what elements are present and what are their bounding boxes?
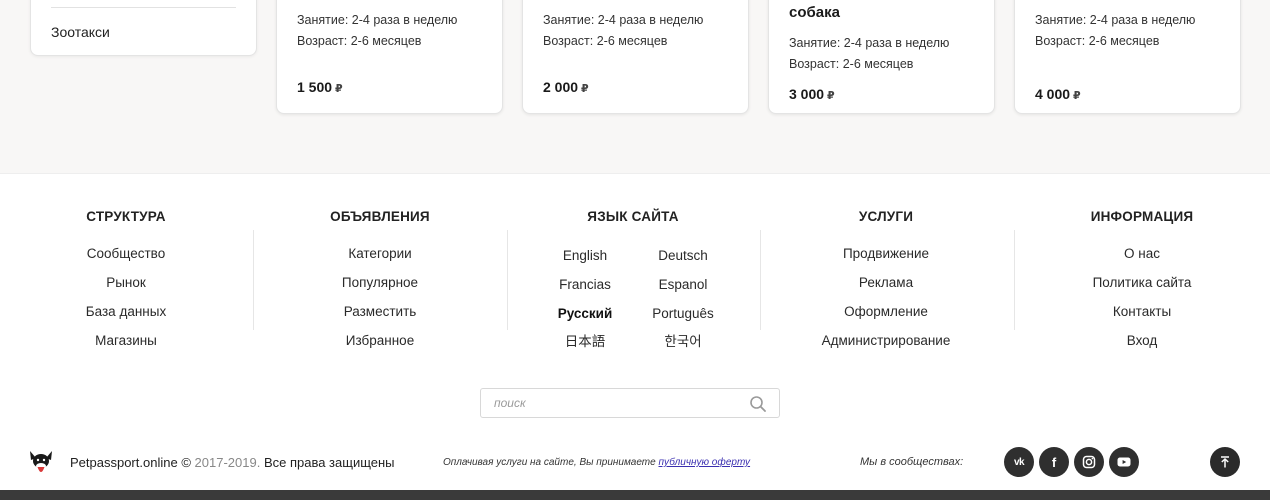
- copyright: Petpassport.online © 2017-2019. Все прав…: [70, 455, 395, 470]
- card-price: 2 000 ₽: [543, 79, 589, 95]
- service-card[interactable]: Занятие: 2-4 раза в неделю Возраст: 2-6 …: [1014, 0, 1241, 114]
- footer-columns: СТРУКТУРА Сообщество Рынок База данных М…: [0, 208, 1270, 358]
- footer-link-promotion[interactable]: Продвижение: [786, 244, 986, 273]
- footer-column-language: ЯЗЫК САЙТА English Deutsch Francias Espa…: [533, 208, 733, 358]
- language-deutsch[interactable]: Deutsch: [633, 246, 733, 266]
- footer-column-ads: ОБЪЯВЛЕНИЯ Категории Популярное Размести…: [280, 208, 480, 358]
- card-age: Возраст: 2-6 месяцев: [543, 34, 668, 48]
- facebook-icon[interactable]: f: [1039, 447, 1069, 477]
- footer-link-design[interactable]: Оформление: [786, 302, 986, 331]
- sidebar-item-zootaxi[interactable]: Зоотакси: [51, 24, 110, 40]
- sidebar-divider: [51, 7, 236, 8]
- instagram-icon[interactable]: [1074, 447, 1104, 477]
- vk-icon[interactable]: vk: [1004, 447, 1034, 477]
- language-english[interactable]: English: [535, 246, 635, 266]
- currency-icon: ₽: [1073, 90, 1081, 102]
- footer-link-favorites[interactable]: Избранное: [280, 331, 480, 360]
- column-divider: [760, 230, 761, 330]
- column-divider: [507, 230, 508, 330]
- sidebar-card: Зоотакси: [30, 0, 257, 56]
- card-title[interactable]: собака: [789, 4, 840, 21]
- language-russian[interactable]: Русский: [535, 304, 635, 324]
- copyright-years: 2017-2019.: [194, 455, 261, 470]
- footer-link-about[interactable]: О нас: [1042, 244, 1242, 273]
- footer-heading: ИНФОРМАЦИЯ: [1090, 209, 1194, 224]
- card-session: Занятие: 2-4 раза в неделю: [543, 13, 704, 27]
- search-icon[interactable]: [749, 395, 767, 413]
- footer-link-contacts[interactable]: Контакты: [1042, 302, 1242, 331]
- language-japanese[interactable]: 日本語: [535, 332, 635, 352]
- youtube-icon[interactable]: [1109, 447, 1139, 477]
- offer-link[interactable]: публичную оферту: [658, 457, 750, 468]
- arrow-up-icon: [1221, 456, 1229, 468]
- currency-icon: ₽: [581, 83, 589, 95]
- footer-column-structure: СТРУКТУРА Сообщество Рынок База данных М…: [26, 208, 226, 358]
- rights-text: Все права защищены: [263, 455, 395, 470]
- footer-link-shops[interactable]: Магазины: [26, 331, 226, 360]
- offer-notice: Оплачивая услуги на сайте, Вы принимаете…: [443, 457, 750, 468]
- card-age: Возраст: 2-6 месяцев: [1035, 34, 1160, 48]
- service-card[interactable]: Занятие: 2-4 раза в неделю Возраст: 2-6 …: [522, 0, 749, 114]
- footer-heading: УСЛУГИ: [858, 209, 914, 224]
- footer-link-database[interactable]: База данных: [26, 302, 226, 331]
- language-korean[interactable]: 한국어: [633, 332, 733, 352]
- card-session: Занятие: 2-4 раза в неделю: [1035, 13, 1196, 27]
- footer-link-community[interactable]: Сообщество: [26, 244, 226, 273]
- service-card[interactable]: Занятие: 2-4 раза в неделю Возраст: 2-6 …: [276, 0, 503, 114]
- dog-logo-icon[interactable]: [28, 448, 54, 478]
- footer-column-info: ИНФОРМАЦИЯ О нас Политика сайта Контакты…: [1042, 208, 1242, 358]
- bottom-strip: [0, 490, 1270, 500]
- footer-heading: СТРУКТУРА: [86, 209, 166, 224]
- footer-link-login[interactable]: Вход: [1042, 331, 1242, 360]
- search-input[interactable]: [481, 389, 741, 417]
- currency-icon: ₽: [827, 90, 835, 102]
- card-age: Возраст: 2-6 месяцев: [789, 57, 914, 71]
- footer-link-categories[interactable]: Категории: [280, 244, 480, 273]
- search-box: [480, 388, 780, 418]
- column-divider: [253, 230, 254, 330]
- card-session: Занятие: 2-4 раза в неделю: [297, 13, 458, 27]
- footer-link-post[interactable]: Разместить: [280, 302, 480, 331]
- card-age: Возраст: 2-6 месяцев: [297, 34, 422, 48]
- footer-link-administration[interactable]: Администрирование: [786, 331, 986, 360]
- footer-link-advertising[interactable]: Реклама: [786, 273, 986, 302]
- footer-column-services: УСЛУГИ Продвижение Реклама Оформление Ад…: [786, 208, 986, 358]
- community-label: Мы в сообществах:: [860, 456, 964, 468]
- language-espanol[interactable]: Espanol: [633, 275, 733, 295]
- column-divider: [1014, 230, 1015, 330]
- offer-text: Оплачивая услуги на сайте, Вы принимаете: [443, 457, 656, 468]
- scroll-to-top-button[interactable]: [1210, 447, 1240, 477]
- brand-name[interactable]: Petpassport.online: [70, 455, 178, 470]
- card-price: 4 000 ₽: [1035, 86, 1081, 102]
- footer-link-popular[interactable]: Популярное: [280, 273, 480, 302]
- footer-heading: ОБЪЯВЛЕНИЯ: [330, 209, 430, 224]
- copyright-sign: ©: [181, 455, 191, 470]
- language-portuguese[interactable]: Português: [633, 304, 733, 324]
- card-session: Занятие: 2-4 раза в неделю: [789, 36, 950, 50]
- currency-icon: ₽: [335, 83, 343, 95]
- footer-bottom-bar: Petpassport.online © 2017-2019. Все прав…: [0, 440, 1270, 485]
- footer-heading: ЯЗЫК САЙТА: [587, 209, 679, 224]
- card-price: 3 000 ₽: [789, 86, 835, 102]
- content-area: Зоотакси Занятие: 2-4 раза в неделю Возр…: [0, 0, 1270, 174]
- footer-link-market[interactable]: Рынок: [26, 273, 226, 302]
- footer-link-policy[interactable]: Политика сайта: [1042, 273, 1242, 302]
- service-card[interactable]: собака Занятие: 2-4 раза в неделю Возрас…: [768, 0, 995, 114]
- language-francais[interactable]: Francias: [535, 275, 635, 295]
- card-price: 1 500 ₽: [297, 79, 343, 95]
